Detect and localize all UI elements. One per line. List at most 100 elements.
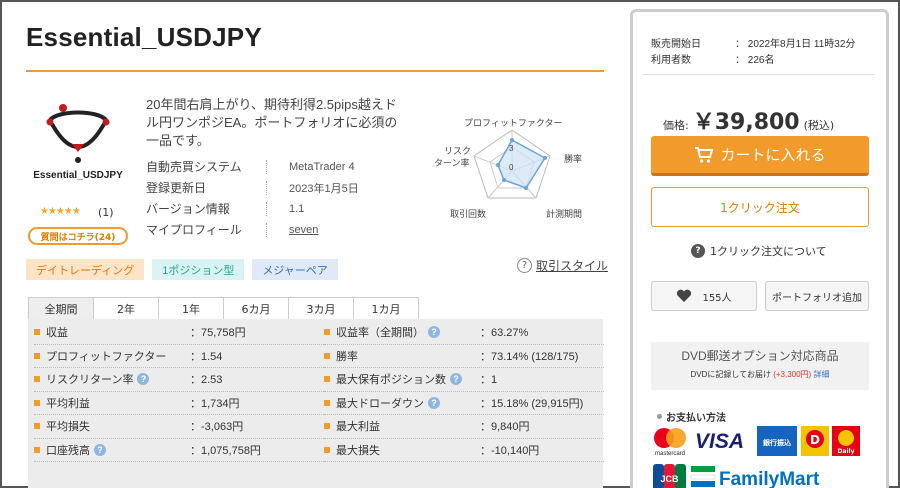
stat-value: ：1,075,758円 — [190, 444, 261, 457]
qa-button[interactable]: 質問はコチラ(24) — [28, 227, 128, 245]
dvd-note: DVDに記録してお届け — [690, 370, 771, 379]
payment-logos-graphic: mastercard VISA 銀行振込 D Daily JCB FamilyM… — [653, 426, 860, 488]
logo-emblem-icon — [46, 104, 110, 163]
dvd-detail-link[interactable]: 詳細 — [813, 370, 829, 379]
stat-value: ：75,758円 — [190, 327, 246, 340]
product-description: 20年間右肩上がり、期待利得2.5pips越えドル円ワンポジEA。ポートフォリオ… — [146, 97, 398, 148]
add-portfolio-button[interactable]: ポートフォリオ追加 — [765, 281, 869, 311]
price-label: 価格: — [663, 119, 689, 132]
title-underline — [26, 70, 604, 72]
stat-label: 最大利益 — [336, 421, 380, 434]
release-date-value: ： 2022年8月1日 11時32分 — [735, 38, 856, 50]
dvd-option-box: DVD郵送オプション対応商品 DVDに記録してお届け (+3,300円) 詳細 — [651, 342, 869, 390]
add-to-cart-label: カートに入れる — [720, 146, 826, 164]
stat-row-balance: 口座残高? ：1,075,758円 — [34, 439, 324, 462]
tab-1y[interactable]: 1年 — [158, 297, 224, 319]
help-icon[interactable]: ? — [428, 396, 440, 409]
bullet-icon — [324, 446, 330, 453]
tab-all[interactable]: 全期間 — [28, 297, 94, 319]
info-value: 2023年1月5日 — [289, 182, 359, 195]
info-key: 登録更新日 — [146, 181, 207, 195]
bullet-icon — [34, 399, 40, 406]
radar-label-risk-2: ターン率 — [434, 158, 470, 168]
radar-label-winrate: 勝率 — [564, 154, 583, 164]
info-divider — [266, 222, 267, 237]
tab-2y[interactable]: 2年 — [93, 297, 159, 319]
favorite-count: 155人 — [702, 292, 732, 304]
help-icon[interactable]: ? — [450, 373, 462, 386]
payment-logos: mastercard VISA 銀行振込 D Daily JCB FamilyM… — [651, 426, 871, 488]
period-tabs: 全期間 2年 1年 6カ月 3カ月 1カ月 — [28, 297, 419, 319]
tab-6m[interactable]: 6カ月 — [223, 297, 289, 319]
svg-text:銀行振込: 銀行振込 — [763, 438, 791, 447]
profile-link[interactable]: seven — [289, 224, 318, 236]
purchase-sidebar: 販売開始日 ： 2022年8月1日 11時32分 利用者数 ： 226名 価格: ￥… — [630, 9, 889, 488]
stat-label: 勝率 — [336, 350, 358, 363]
bullet-icon — [324, 352, 330, 359]
stat-row-avg-profit: 平均利益 ：1,734円 — [34, 392, 324, 415]
release-date-label: 販売開始日 — [651, 38, 701, 50]
user-count-label: 利用者数 — [651, 54, 691, 66]
logo-name: Essential_USDJPY — [33, 170, 123, 181]
stat-row-avg-loss: 平均損失 ：-3,063円 — [34, 415, 324, 439]
info-value: MetaTrader 4 — [289, 160, 355, 173]
stat-row-profit: 収益 ：75,758円 — [34, 321, 324, 345]
bullet-icon — [324, 423, 330, 430]
tag-major-pair[interactable]: メジャーペア — [252, 259, 338, 280]
heart-icon — [677, 289, 692, 302]
stat-label: 口座残高 — [46, 444, 90, 457]
page-title: Essential_USDJPY — [26, 22, 262, 52]
one-click-about-link[interactable]: ? 1クリック注文について — [691, 243, 827, 259]
stat-row-pf: プロフィットファクター ：1.54 — [34, 345, 324, 368]
stat-value: ：15.18% (29,915円) — [480, 397, 584, 410]
daily-icon: Daily — [832, 426, 860, 456]
dvd-title: DVD郵送オプション対応商品 — [681, 349, 839, 363]
info-value: 1.1 — [289, 202, 305, 215]
help-icon[interactable]: ? — [94, 443, 106, 456]
stat-row-max-drawdown: 最大ドローダウン? ：15.18% (29,915円) — [324, 392, 604, 415]
question-icon: ? — [691, 244, 705, 258]
help-icon[interactable]: ? — [137, 373, 150, 386]
help-icon[interactable]: ? — [428, 326, 440, 339]
one-click-order-button[interactable]: 1クリック注文 — [651, 187, 869, 227]
payment-methods-title: お支払い方法 — [657, 409, 726, 424]
svg-text:Daily: Daily — [837, 448, 854, 455]
info-key: バージョン情報 — [146, 202, 230, 216]
info-row-system: 自動売買システム MetaTrader 4 — [146, 156, 359, 177]
radar-label-period: 計測期間 — [546, 209, 583, 219]
svg-text:mastercard: mastercard — [655, 451, 685, 457]
favorite-button[interactable]: 155人 — [651, 281, 757, 311]
rating-stars-icon: ★★★★★ — [40, 206, 81, 217]
stat-value: ：1,734円 — [190, 397, 240, 410]
radar-label-pf: プロフィットファクター — [464, 118, 563, 128]
stat-value: ：63.27% — [480, 327, 529, 340]
jcb-icon: JCB — [653, 464, 686, 488]
radar-tick-0: 0 — [509, 163, 514, 172]
radar-tick-3: 3 — [509, 144, 514, 153]
stats-right-column: 収益率（全期間）? ：63.27% 勝率 ：73.14% (128/175) 最大保… — [324, 321, 604, 462]
info-divider — [266, 159, 267, 174]
add-to-cart-button[interactable]: カートに入れる — [651, 136, 869, 176]
tag-list: デイトレーディング 1ポジション型 メジャーペア — [26, 259, 338, 280]
review-count[interactable]: (1) — [98, 206, 114, 219]
user-count-value: ： 226名 — [735, 54, 775, 66]
tab-3m[interactable]: 3カ月 — [288, 297, 354, 319]
bullet-icon — [324, 399, 330, 406]
stat-value: ：73.14% (128/175) — [480, 350, 579, 363]
price-value: ￥39,800 — [692, 110, 800, 135]
qa-button-label: 質問はコチラ(24) — [40, 232, 116, 243]
info-key: マイプロフィール — [146, 223, 242, 237]
radar-label-trades: 取引回数 — [450, 209, 487, 219]
bullet-icon — [34, 376, 40, 383]
trade-style-link[interactable]: ? 取引スタイル — [517, 257, 608, 274]
price-tax: (税込) — [803, 119, 835, 132]
tab-1m[interactable]: 1カ月 — [353, 297, 419, 319]
product-info-list: 自動売買システム MetaTrader 4 登録更新日 2023年1月5日 バー… — [146, 156, 359, 240]
stat-label: 最大損失 — [336, 444, 380, 457]
tag-daytrading[interactable]: デイトレーディング — [26, 259, 145, 280]
info-row-version: バージョン情報 1.1 — [146, 198, 359, 219]
info-row-updated: 登録更新日 2023年1月5日 — [146, 177, 359, 198]
tag-one-position[interactable]: 1ポジション型 — [152, 259, 245, 280]
divider — [643, 74, 875, 75]
bullet-icon — [657, 414, 662, 419]
